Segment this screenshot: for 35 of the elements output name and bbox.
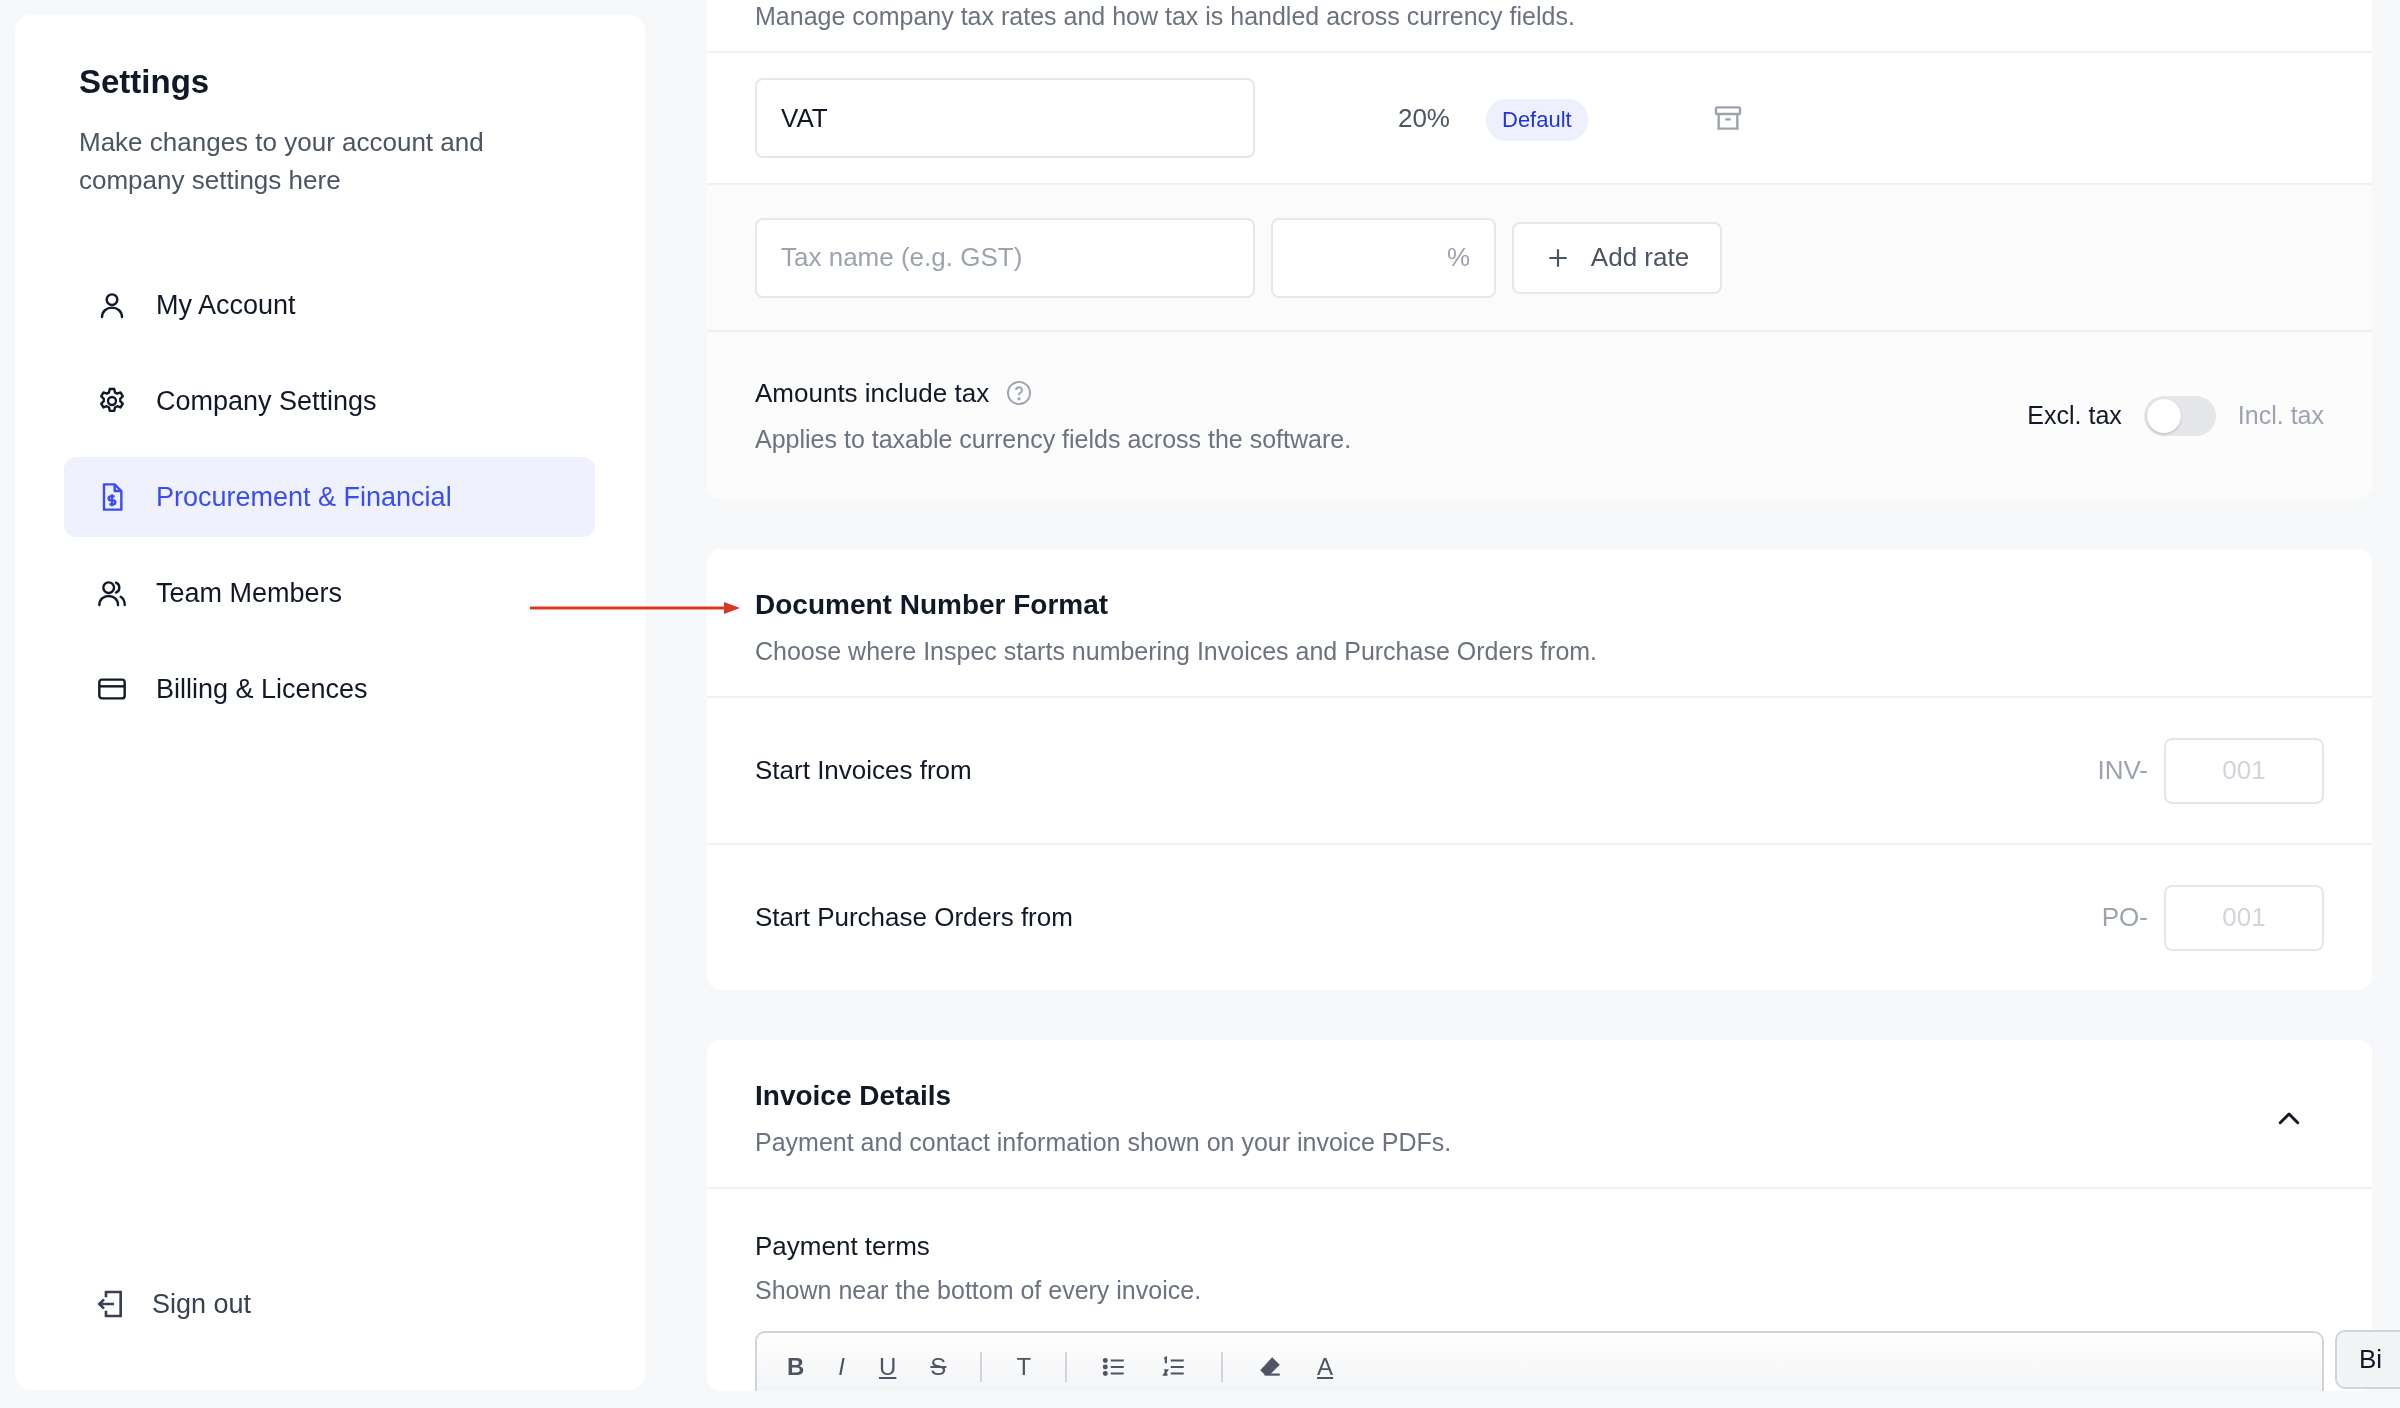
sidebar-item[interactable]: My Account	[64, 265, 595, 345]
default-badge: Default	[1486, 99, 1588, 141]
italic-button[interactable]: I	[838, 1353, 845, 1381]
text-color-button[interactable]: A	[1317, 1353, 1334, 1381]
section-description: Payment and contact information shown on your invoice PDFs.	[755, 1128, 1452, 1157]
sidebar-item[interactable]: Billing & Licences	[64, 649, 595, 729]
sign-out-link[interactable]: Sign out	[64, 1288, 595, 1320]
toggle-label: Incl. tax	[2237, 401, 2324, 430]
tax-name-field[interactable]: VAT	[755, 78, 1255, 158]
setting-label: Start Purchase Orders from	[755, 902, 1074, 933]
toggle-label: Excl. tax	[2027, 401, 2122, 430]
setting-label: Amounts include tax	[755, 377, 990, 409]
section-title: Document Number Format	[755, 589, 1110, 621]
underline-button[interactable]: U	[879, 1353, 897, 1381]
sidebar-title: Settings	[79, 63, 211, 101]
strikethrough-button[interactable]: S	[930, 1353, 947, 1381]
bold-button[interactable]: B	[787, 1353, 805, 1381]
text-size-button[interactable]: T	[1016, 1353, 1032, 1381]
field-description: Shown near the bottom of every invoice.	[755, 1276, 1203, 1305]
setting-description: Applies to taxable currency fields across the software.	[755, 424, 1352, 454]
sidebar-item[interactable]: Company Settings	[64, 361, 595, 441]
field-label: Payment terms	[755, 1231, 931, 1262]
section-description: Manage company tax rates and how tax is handled across currency fields.	[754, 1, 1576, 32]
number-prefix: INV-	[2097, 755, 2148, 786]
add-rate-button[interactable]: Add rate	[1512, 221, 1722, 294]
section-title: Invoice Details	[755, 1080, 953, 1112]
tooltip: Bi	[2334, 1330, 2400, 1389]
tax-rate: 20%	[1396, 102, 1450, 134]
sidebar-subtitle: Make changes to your account and company settings here	[79, 126, 485, 197]
number-prefix: PO-	[2101, 902, 2148, 933]
setting-label: Start Invoices from	[755, 755, 973, 786]
sidebar-item[interactable]: Team Members	[64, 553, 595, 633]
section-description: Choose where Inspec starts numbering Invoices and Purchase Orders from.	[755, 637, 1599, 666]
toggle-switch[interactable]	[2143, 395, 2216, 436]
sidebar-item[interactable]: Procurement & Financial	[64, 457, 595, 537]
